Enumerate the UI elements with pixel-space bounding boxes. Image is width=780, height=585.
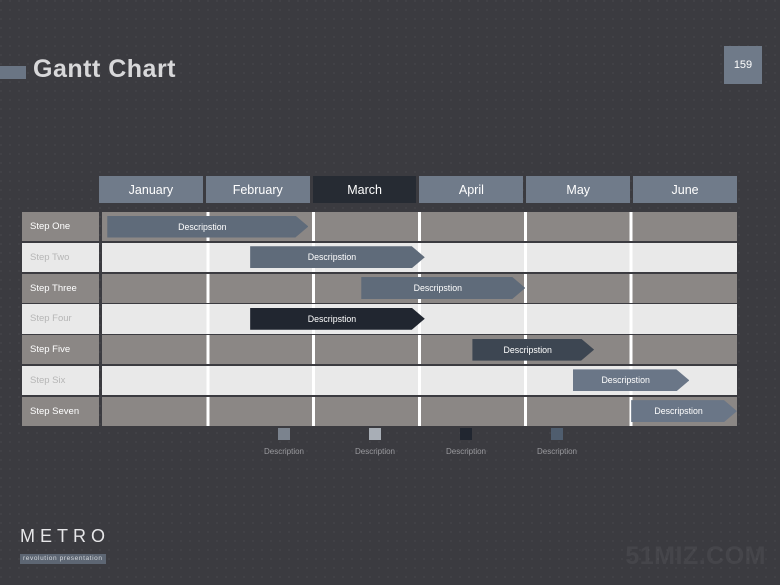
task-track: Descripstion <box>102 335 737 365</box>
page-title: Gantt Chart <box>33 55 176 83</box>
month-header-may[interactable]: May <box>526 176 631 203</box>
task-track: Descripstion <box>102 212 737 242</box>
legend-label: Description <box>445 447 486 456</box>
page-number-badge: 159 <box>724 46 762 84</box>
month-header-june[interactable]: June <box>633 176 737 203</box>
table-row: Step Four Descripstion <box>22 304 737 334</box>
month-header-april[interactable]: April <box>419 176 524 203</box>
legend-label: Description <box>263 447 304 456</box>
table-row: Step Seven Descripstion <box>22 396 737 427</box>
title-accent-bar <box>0 66 26 79</box>
slide-canvas: Gantt Chart 159 January February March Apri… <box>0 0 780 585</box>
task-label: Step Seven <box>22 396 99 426</box>
gantt-bar[interactable]: Descripstion <box>250 246 425 268</box>
legend-swatch <box>278 428 290 440</box>
task-track: Descripstion <box>102 365 737 396</box>
legend-label: Description <box>354 447 395 456</box>
legend: Description Description Description Descrip… <box>255 428 586 456</box>
legend-swatch <box>460 428 472 440</box>
logo-tagline: revolution presentation <box>20 553 106 564</box>
gantt-bar[interactable]: Descripstion <box>573 369 689 391</box>
watermark: 51MIZ.COM <box>625 542 766 570</box>
gantt-bar[interactable]: Descripstion <box>472 339 594 361</box>
legend-item: Description <box>346 428 404 456</box>
task-label: Step Four <box>22 304 99 334</box>
legend-label: Description <box>536 447 577 456</box>
task-label: Step Two <box>22 242 99 273</box>
task-label: Step Three <box>22 273 99 303</box>
gantt-grid: Step One Descripstion Step Two Descripstion… <box>22 212 737 427</box>
month-header-row: January February March April May June <box>99 176 737 203</box>
month-header-january[interactable]: January <box>99 176 203 203</box>
logo-name: METRO <box>20 526 110 546</box>
table-row: Step Six Descripstion <box>22 365 737 396</box>
brand-logo: METRO revolution presentation <box>20 526 110 565</box>
task-label: Step One <box>22 212 99 242</box>
table-row: Step Two Descripstion <box>22 242 737 273</box>
gantt-bar[interactable]: Descripstion <box>361 277 525 299</box>
month-header-march[interactable]: March <box>312 176 417 203</box>
legend-swatch <box>369 428 381 440</box>
legend-item: Description <box>437 428 495 456</box>
task-label: Step Six <box>22 365 99 396</box>
legend-swatch <box>551 428 563 440</box>
task-track: Descripstion <box>102 304 737 334</box>
legend-item: Description <box>255 428 313 456</box>
task-track: Descripstion <box>102 273 737 304</box>
table-row: Step Three Descripstion <box>22 273 737 304</box>
legend-item: Description <box>528 428 586 456</box>
gantt-bar[interactable]: Descripstion <box>107 216 308 238</box>
task-label: Step Five <box>22 335 99 365</box>
gantt-bar[interactable]: Descripstion <box>250 308 425 330</box>
month-header-february[interactable]: February <box>205 176 310 203</box>
task-track: Descripstion <box>102 396 737 427</box>
table-row: Step Five Descripstion <box>22 335 737 365</box>
gantt-bar[interactable]: Descripstion <box>631 400 737 422</box>
table-row: Step One Descripstion <box>22 212 737 242</box>
task-track: Descripstion <box>102 242 737 273</box>
